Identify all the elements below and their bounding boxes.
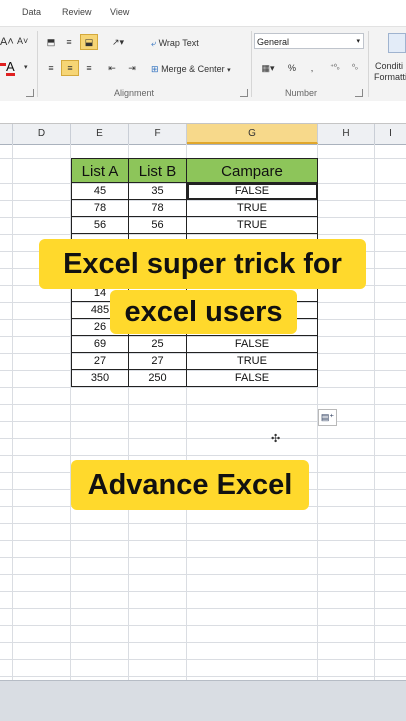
- cell-list-a[interactable]: 56: [71, 217, 129, 234]
- conditional-formatting-label[interactable]: Conditi: [375, 61, 403, 71]
- gridline: [0, 642, 406, 643]
- header-cell-list-a[interactable]: List A: [71, 158, 129, 183]
- cell-list-b[interactable]: 25: [129, 336, 187, 353]
- cell-list-b[interactable]: 56: [129, 217, 187, 234]
- gridline: [0, 608, 406, 609]
- menu-tab-data[interactable]: Data: [22, 7, 41, 17]
- align-right-icon[interactable]: ≡: [81, 61, 97, 75]
- decrease-indent-icon[interactable]: ⇤: [104, 61, 120, 75]
- increase-decimal-icon[interactable]: ⁺⁰₀: [327, 61, 343, 75]
- cell-list-a[interactable]: 45: [71, 183, 129, 200]
- group-separator: [368, 31, 369, 97]
- group-separator: [251, 31, 252, 97]
- cell-compare[interactable]: FALSE: [187, 183, 318, 200]
- number-format-select[interactable]: General ▾: [254, 33, 364, 49]
- column-header-g[interactable]: G: [187, 124, 318, 144]
- alignment-launcher-icon[interactable]: [240, 89, 248, 97]
- comma-button[interactable]: ,: [304, 61, 320, 75]
- column-header-e[interactable]: E: [71, 124, 129, 144]
- cell-list-b[interactable]: 78: [129, 200, 187, 217]
- conditional-formatting-icon[interactable]: [388, 33, 406, 53]
- gridline: [0, 404, 406, 405]
- gridline: [0, 625, 406, 626]
- accounting-format-icon[interactable]: ▦▾: [258, 61, 278, 75]
- font-shrink-button[interactable]: A˅: [17, 36, 28, 46]
- subtitle-banner: Advance Excel: [71, 460, 309, 510]
- column-header-row: D E F G H I: [0, 123, 406, 145]
- gridline: [0, 421, 406, 422]
- dropdown-arrow-icon[interactable]: ▾: [24, 63, 28, 71]
- align-top-icon[interactable]: ⬒: [43, 35, 59, 49]
- formatting-label[interactable]: Formatti: [374, 72, 406, 82]
- menu-bar: Data Review View: [0, 0, 406, 26]
- font-color-button[interactable]: A: [6, 60, 15, 76]
- merge-icon: ⊞: [151, 64, 159, 74]
- gridline: [0, 438, 406, 439]
- column-header-d[interactable]: D: [13, 124, 71, 144]
- column-header-i[interactable]: I: [375, 124, 406, 144]
- cell-compare[interactable]: FALSE: [187, 370, 318, 387]
- merge-center-label: Merge & Center: [161, 64, 225, 74]
- cell-compare[interactable]: FALSE: [187, 336, 318, 353]
- wrap-text-button[interactable]: ⤶ Wrap Text: [151, 38, 199, 49]
- ribbon: A˄ A˅ A ▾ ⬒ ≡ ⬓ ↗▾ ≡ ≡ ≡ ⇤ ⇥ ⤶ Wrap Text…: [0, 26, 406, 102]
- cell-list-a[interactable]: 69: [71, 336, 129, 353]
- group-separator: [37, 31, 38, 97]
- column-header-f[interactable]: F: [129, 124, 187, 144]
- cell-list-b[interactable]: 35: [129, 183, 187, 200]
- status-bar: [0, 680, 406, 721]
- paste-options-icon[interactable]: ▤⁺: [318, 409, 337, 426]
- wrap-text-icon: ⤶: [151, 38, 157, 48]
- alignment-group-label: Alignment: [114, 88, 155, 98]
- gridline: [0, 387, 406, 388]
- cell-compare[interactable]: TRUE: [187, 353, 318, 370]
- decrease-decimal-icon[interactable]: ⁰₀: [347, 61, 363, 75]
- dropdown-arrow-icon: ▾: [356, 38, 360, 45]
- fill-color-swatch: [0, 63, 6, 66]
- align-middle-icon[interactable]: ≡: [61, 35, 77, 49]
- gridline: [0, 557, 406, 558]
- number-group-label: Number: [285, 88, 318, 98]
- gridline: [0, 591, 406, 592]
- wrap-text-label: Wrap Text: [158, 38, 199, 48]
- cell-cursor-icon: ✣: [271, 433, 281, 445]
- gridline: [0, 676, 406, 677]
- gridline: [0, 659, 406, 660]
- title-banner-line2: excel users: [110, 290, 297, 334]
- gridline: [0, 574, 406, 575]
- title-banner-line1: Excel super trick for: [39, 239, 366, 289]
- number-format-value: General: [257, 37, 290, 47]
- align-bottom-icon[interactable]: ⬓: [80, 34, 98, 50]
- header-cell-compare[interactable]: Campare: [187, 158, 318, 183]
- menu-tab-review[interactable]: Review: [62, 7, 92, 17]
- gridline: [374, 144, 375, 680]
- gridline: [12, 144, 13, 680]
- gridline: [0, 540, 406, 541]
- cell-list-a[interactable]: 27: [71, 353, 129, 370]
- menu-tab-view[interactable]: View: [110, 7, 129, 17]
- align-left-icon[interactable]: ≡: [43, 61, 59, 75]
- percent-button[interactable]: %: [284, 61, 300, 75]
- gridline: [0, 455, 406, 456]
- cell-list-a[interactable]: 78: [71, 200, 129, 217]
- cell-list-a[interactable]: 350: [71, 370, 129, 387]
- cell-compare[interactable]: TRUE: [187, 200, 318, 217]
- column-header-h[interactable]: H: [318, 124, 375, 144]
- merge-center-button[interactable]: ⊞ Merge & Center ▾: [151, 64, 231, 75]
- formula-bar-area: [0, 101, 406, 123]
- dropdown-arrow-icon: ▾: [227, 67, 231, 74]
- number-launcher-icon[interactable]: [355, 89, 363, 97]
- cell-list-b[interactable]: 27: [129, 353, 187, 370]
- orientation-icon[interactable]: ↗▾: [108, 35, 128, 49]
- font-grow-button[interactable]: A˄: [0, 36, 14, 48]
- header-cell-list-b[interactable]: List B: [129, 158, 187, 183]
- gridline: [0, 523, 406, 524]
- cell-compare[interactable]: TRUE: [187, 217, 318, 234]
- cell-list-b[interactable]: 250: [129, 370, 187, 387]
- align-center-icon[interactable]: ≡: [61, 60, 79, 76]
- column-header-partial[interactable]: [0, 124, 13, 144]
- increase-indent-icon[interactable]: ⇥: [124, 61, 140, 75]
- font-launcher-icon[interactable]: [26, 89, 34, 97]
